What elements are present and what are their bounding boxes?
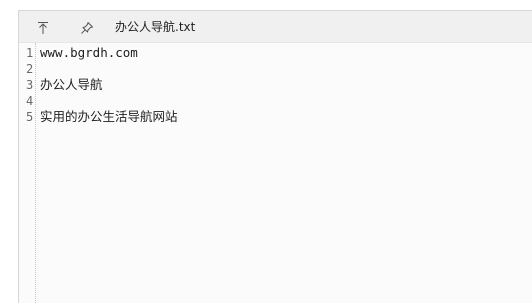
line-number: 5 bbox=[26, 110, 34, 124]
line-number: 1 bbox=[26, 46, 34, 60]
line-text[interactable]: 办公人导航 bbox=[40, 77, 103, 93]
line-number: 3 bbox=[26, 78, 34, 92]
text-editor[interactable]: 1 www.bgrdh.com 2 3 办公人导航 4 5 实用的办公生活导航网… bbox=[19, 43, 532, 303]
arrow-to-top-icon bbox=[36, 21, 50, 35]
pin-button[interactable] bbox=[77, 18, 97, 38]
line-number: 4 bbox=[26, 94, 34, 108]
notepad-window: 办公人导航.txt 1 www.bgrdh.com 2 3 办公人导航 4 5 bbox=[18, 10, 532, 303]
window-title: 办公人导航.txt bbox=[115, 20, 196, 34]
line-text[interactable]: www.bgrdh.com bbox=[40, 45, 138, 61]
line-number: 2 bbox=[26, 62, 34, 76]
keep-on-top-button[interactable] bbox=[33, 18, 53, 38]
page: 办公人导航.txt 1 www.bgrdh.com 2 3 办公人导航 4 5 bbox=[0, 0, 532, 303]
pushpin-icon bbox=[80, 21, 94, 35]
line-text[interactable]: 实用的办公生活导航网站 bbox=[40, 109, 178, 125]
title-bar: 办公人导航.txt bbox=[19, 11, 532, 43]
